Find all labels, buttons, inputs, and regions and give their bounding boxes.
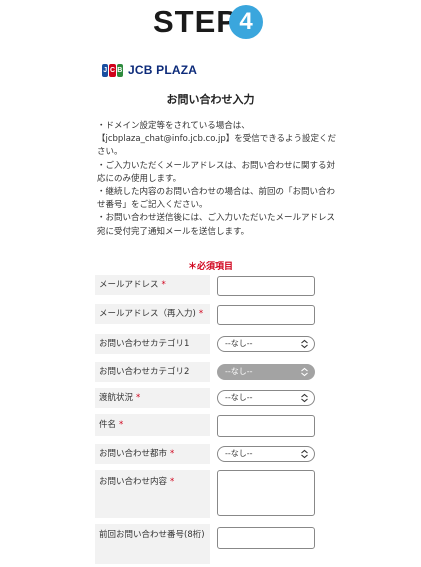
prev-number-label-text: 前回お問い合わせ番号(8桁) (99, 530, 205, 540)
prev-number-input[interactable] (217, 527, 315, 549)
prev-number-label: 前回お問い合わせ番号(8桁) (95, 524, 210, 564)
category2-label-text: お問い合わせカテゴリ2 (99, 367, 190, 377)
select-chevron-icon (301, 449, 308, 459)
travel-status-value: --なし-- (225, 393, 253, 402)
form-title: お問い合わせ入力 (166, 93, 255, 106)
step-number-badge: 4 (229, 5, 263, 39)
select-chevron-icon (301, 339, 308, 349)
content-label: お問い合わせ内容 * (95, 470, 210, 518)
email-label: メールアドレス * (95, 275, 210, 295)
jcb-plaza-logo: J C B JCB PLAZA (102, 63, 197, 77)
required-mark: * (161, 280, 166, 290)
category1-select[interactable]: --なし-- (217, 336, 315, 352)
required-mark: * (136, 393, 141, 403)
category2-label: お問い合わせカテゴリ2 (95, 362, 210, 382)
select-chevron-icon (301, 367, 308, 377)
category1-value: --なし-- (225, 339, 253, 348)
form-notes: ・ドメイン設定等をされている場合は、 【jcbplaza_chat@info.j… (97, 120, 337, 239)
logo-text: JCB PLAZA (128, 63, 198, 77)
step-title: STEP (153, 4, 238, 39)
required-legend: ＊必須項目 (187, 262, 233, 272)
travel-status-label-text: 渡航状況 (99, 393, 134, 403)
category2-value: --なし-- (225, 367, 253, 376)
content-textarea[interactable] (217, 470, 315, 516)
subject-label: 件名 * (95, 414, 210, 436)
travel-status-select[interactable]: --なし-- (217, 390, 315, 406)
content-label-text: お問い合わせ内容 (99, 477, 168, 487)
city-label: お問い合わせ都市 * (95, 444, 210, 464)
category1-label: お問い合わせカテゴリ1 (95, 334, 210, 354)
city-value: --なし-- (225, 449, 253, 458)
category2-select[interactable]: --なし-- (217, 364, 315, 380)
email-confirm-label: メールアドレス（再入力) * (95, 304, 210, 324)
email-label-text: メールアドレス (99, 280, 159, 290)
logo-mark-j: J (102, 63, 109, 77)
email-input[interactable] (217, 276, 315, 296)
required-mark: * (170, 449, 175, 459)
email-confirm-label-text: メールアドレス（再入力) (99, 309, 196, 319)
jcb-logo-mark: J C B (102, 63, 124, 77)
email-confirm-input[interactable] (217, 305, 315, 325)
note-item: ・継続した内容のお問い合わせの場合は、前回の「お問い合わせ番号」をご記入ください… (97, 187, 336, 211)
logo-mark-c: C (109, 63, 116, 77)
step-header: STEP 4 (0, 4, 421, 40)
required-mark: * (198, 309, 204, 319)
travel-status-label: 渡航状況 * (95, 388, 210, 408)
subject-input[interactable] (217, 415, 315, 437)
required-mark: * (170, 477, 175, 487)
subject-label-text: 件名 (99, 420, 117, 430)
logo-mark-b: B (116, 63, 123, 77)
note-item: ・ご入力いただくメールアドレスは、お問い合わせに関する対応にのみ使用します。 (97, 160, 336, 184)
required-mark: * (119, 420, 124, 430)
select-chevron-icon (301, 393, 308, 403)
note-item: ・お問い合わせ送信後には、ご入力いただいたメールアドレス宛に受付完了通知メールを… (97, 213, 336, 237)
note-item: ・ドメイン設定等をされている場合は、 【jcbplaza_chat@info.j… (97, 121, 337, 158)
category1-label-text: お問い合わせカテゴリ1 (99, 339, 190, 349)
city-label-text: お問い合わせ都市 (99, 449, 168, 459)
city-select[interactable]: --なし-- (217, 446, 315, 462)
